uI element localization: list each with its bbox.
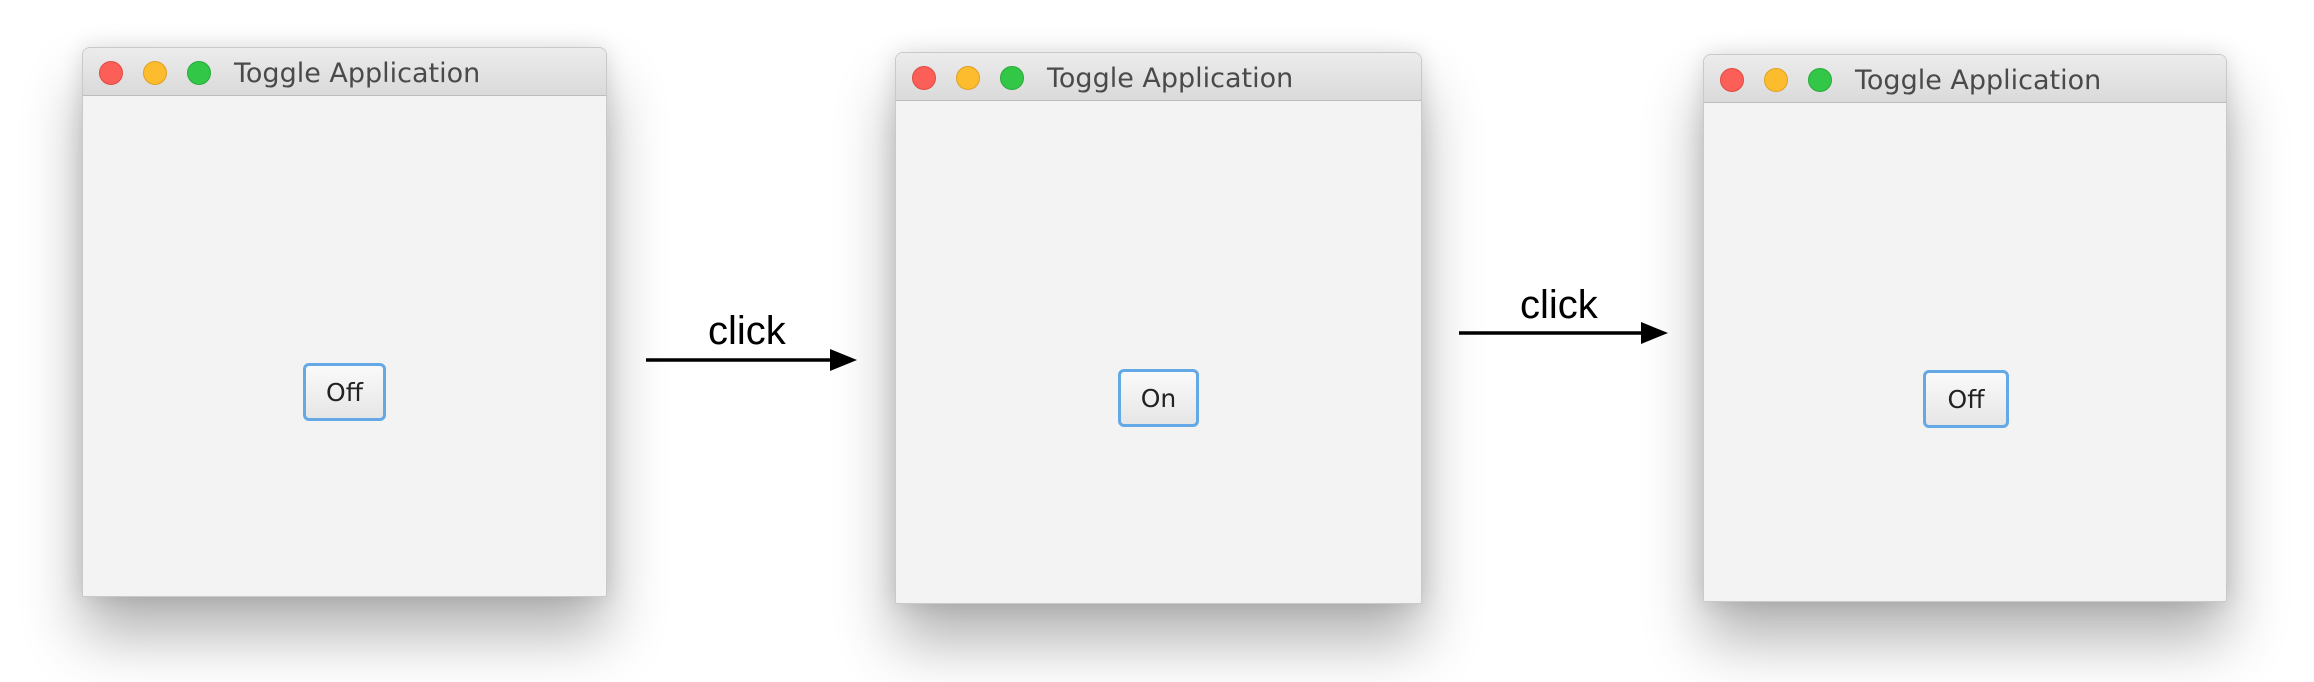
minimize-button[interactable] bbox=[1764, 68, 1788, 92]
toggle-button[interactable]: Off bbox=[1923, 370, 2009, 428]
toggle-app-window-2: Toggle Application On bbox=[895, 52, 1422, 604]
close-button[interactable] bbox=[1720, 68, 1744, 92]
maximize-button[interactable] bbox=[1000, 66, 1024, 90]
maximize-button[interactable] bbox=[1808, 68, 1832, 92]
toggle-app-window-3: Toggle Application Off bbox=[1703, 54, 2227, 602]
minimize-button[interactable] bbox=[956, 66, 980, 90]
window-titlebar[interactable]: Toggle Application bbox=[896, 53, 1421, 101]
window-title: Toggle Application bbox=[1047, 63, 1294, 94]
right-arrow-icon bbox=[1459, 322, 1668, 344]
window-titlebar[interactable]: Toggle Application bbox=[1704, 55, 2226, 103]
toggle-button[interactable]: On bbox=[1118, 369, 1199, 427]
close-button[interactable] bbox=[912, 66, 936, 90]
close-button[interactable] bbox=[99, 61, 123, 85]
window-titlebar[interactable]: Toggle Application bbox=[83, 48, 606, 96]
window-title: Toggle Application bbox=[1855, 65, 2102, 96]
maximize-button[interactable] bbox=[187, 61, 211, 85]
minimize-button[interactable] bbox=[143, 61, 167, 85]
right-arrow-icon bbox=[646, 349, 857, 371]
window-content: Off bbox=[83, 96, 606, 596]
window-content: Off bbox=[1704, 103, 2226, 601]
window-title: Toggle Application bbox=[234, 58, 481, 89]
toggle-button[interactable]: Off bbox=[303, 363, 386, 421]
window-content: On bbox=[896, 101, 1421, 603]
toggle-app-window-1: Toggle Application Off bbox=[82, 47, 607, 597]
